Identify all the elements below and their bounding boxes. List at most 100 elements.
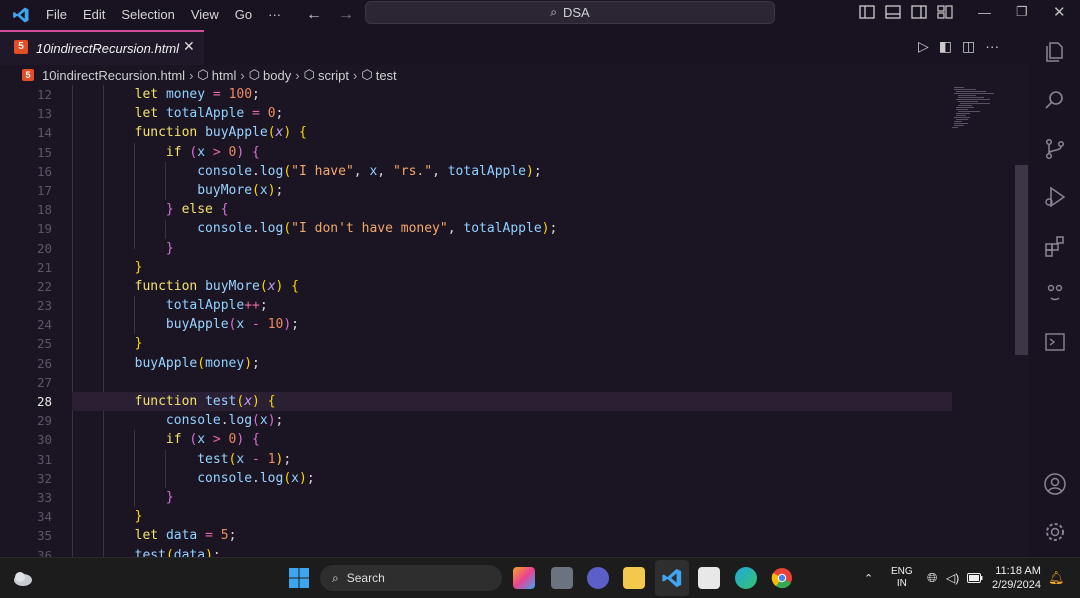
volume-icon[interactable]: ◁) (946, 558, 959, 598)
extensions-icon[interactable] (1043, 234, 1067, 258)
search-icon: ⌕ (550, 5, 557, 19)
toggle-primary-sidebar-icon[interactable] (858, 3, 876, 21)
copilot-app-icon[interactable] (513, 567, 535, 589)
code-line[interactable]: function buyApple(x) { (72, 123, 952, 142)
explorer-icon[interactable] (1043, 40, 1067, 64)
run-icon[interactable]: ▷ (918, 38, 929, 55)
show-hidden-icons-icon[interactable]: ⌃ (864, 558, 873, 598)
breadcrumb-test[interactable]: test (376, 68, 397, 83)
menu-edit[interactable]: Edit (75, 0, 113, 30)
code-token: { (244, 432, 260, 448)
code-line[interactable]: if (x > 0) { (72, 143, 952, 162)
teams-icon[interactable] (587, 567, 609, 589)
code-line[interactable]: buyApple(x - 10); (72, 315, 952, 334)
code-line[interactable]: } (72, 507, 952, 526)
close-tab-icon[interactable]: ✕ (183, 38, 195, 55)
minimize-icon[interactable]: — (978, 0, 991, 24)
code-line[interactable]: console.log("I have", x, "rs.", totalApp… (72, 162, 952, 181)
code-line[interactable]: console.log(x); (72, 411, 952, 430)
menu-selection[interactable]: Selection (113, 0, 182, 30)
battery-icon[interactable] (967, 573, 983, 583)
task-view-icon[interactable] (551, 567, 573, 589)
language-indicator[interactable]: ENG IN (891, 558, 913, 598)
file-explorer-icon[interactable] (623, 567, 645, 589)
edge-icon[interactable] (735, 567, 757, 589)
menu-go[interactable]: Go (227, 0, 260, 30)
code-line[interactable]: totalApple++; (72, 296, 952, 315)
code-line[interactable]: } (72, 334, 952, 353)
code-token: x (197, 144, 206, 160)
breadcrumb: 5 10indirectRecursion.html › ⬡ html › ⬡ … (0, 65, 1030, 85)
code-token: - (244, 451, 268, 467)
code-token: ; (252, 87, 260, 102)
menu-more[interactable]: ··· (260, 0, 289, 30)
code-token: console (197, 221, 253, 237)
notification-bell-icon[interactable]: 🔔︎ (1048, 558, 1065, 598)
copilot-icon[interactable] (1043, 280, 1067, 304)
back-arrow-icon[interactable]: ← (306, 6, 322, 24)
code-token: test (197, 451, 229, 467)
breadcrumb-file[interactable]: 10indirectRecursion.html (42, 68, 185, 83)
network-icon[interactable]: 🌐︎ (927, 558, 937, 598)
more-actions-icon[interactable]: ··· (985, 38, 999, 55)
vscode-window: File Edit Selection View Go ··· ← → ⌕ DS… (0, 0, 1080, 598)
toggle-secondary-sidebar-icon[interactable] (910, 3, 928, 21)
forward-arrow-icon[interactable]: → (338, 6, 354, 24)
breadcrumb-html[interactable]: html (212, 68, 237, 83)
code-line[interactable]: } (72, 258, 952, 277)
vscode-taskbar-icon[interactable] (661, 567, 683, 589)
code-line[interactable]: let totalApple = 0; (72, 104, 952, 123)
vertical-scrollbar[interactable] (1015, 165, 1028, 355)
windows-start-icon[interactable] (288, 567, 310, 589)
code-line[interactable]: if (x > 0) { (72, 430, 952, 449)
code-line[interactable]: let money = 100; (72, 85, 952, 104)
close-window-icon[interactable]: ✕ (1053, 0, 1066, 24)
tab-10indirectrecursion[interactable]: 5 10indirectRecursion.html ✕ (0, 30, 204, 65)
account-icon[interactable] (1043, 472, 1067, 496)
search-icon[interactable] (1043, 88, 1067, 112)
code-token: ) (244, 355, 253, 371)
restore-icon[interactable]: ❐ (1016, 0, 1028, 24)
breadcrumb-script[interactable]: script (318, 68, 349, 83)
code-line-active[interactable]: function test(x) { (72, 392, 952, 412)
clock-date: 2/29/2024 (992, 579, 1041, 591)
settings-gear-icon[interactable] (1043, 520, 1067, 544)
code-line[interactable] (72, 373, 952, 392)
code-token: x (267, 278, 276, 294)
store-icon[interactable] (698, 567, 720, 589)
code-line[interactable]: } (72, 239, 952, 258)
taskbar-search[interactable]: ⌕ Search (320, 565, 502, 591)
minimap[interactable] (948, 85, 1016, 165)
code-line[interactable]: function buyMore(x) { (72, 277, 952, 296)
code-line[interactable]: test(data); (72, 546, 952, 558)
source-control-icon[interactable] (1043, 137, 1067, 161)
menu-view[interactable]: View (183, 0, 227, 30)
line-number: 35 (36, 528, 52, 544)
code-line[interactable]: console.log("I don't have money", totalA… (72, 219, 952, 238)
breadcrumb-body[interactable]: body (263, 68, 291, 83)
code-editor[interactable]: 12 13 14 15 16 17 18 19 20 21 22 23 24 2… (0, 85, 1030, 557)
split-editor-icon[interactable]: ◫ (962, 38, 975, 55)
open-preview-icon[interactable]: ◧ (939, 38, 952, 55)
toggle-panel-icon[interactable] (884, 3, 902, 21)
code-token: ( (259, 278, 268, 294)
code-line[interactable]: console.log(x); (72, 469, 952, 488)
system-clock[interactable]: 11:18 AM 2/29/2024 (992, 564, 1041, 592)
terminal-icon[interactable] (1043, 330, 1067, 354)
code-line[interactable]: } (72, 488, 952, 507)
menu-file[interactable]: File (38, 0, 75, 30)
weather-icon[interactable] (12, 568, 34, 588)
code-line[interactable]: } else { (72, 200, 952, 219)
command-center-search[interactable]: ⌕ DSA (365, 1, 775, 24)
customize-layout-icon[interactable] (936, 3, 954, 21)
code-line[interactable]: buyMore(x); (72, 181, 952, 200)
code-line[interactable]: test(x - 1); (72, 450, 952, 469)
code-token: 0 (267, 106, 276, 122)
code-line[interactable]: buyApple(money); (72, 354, 952, 373)
code-token: ; (291, 317, 299, 333)
chrome-icon[interactable] (771, 567, 793, 589)
code-line[interactable]: let data = 5; (72, 526, 952, 545)
run-debug-icon[interactable] (1043, 185, 1067, 209)
